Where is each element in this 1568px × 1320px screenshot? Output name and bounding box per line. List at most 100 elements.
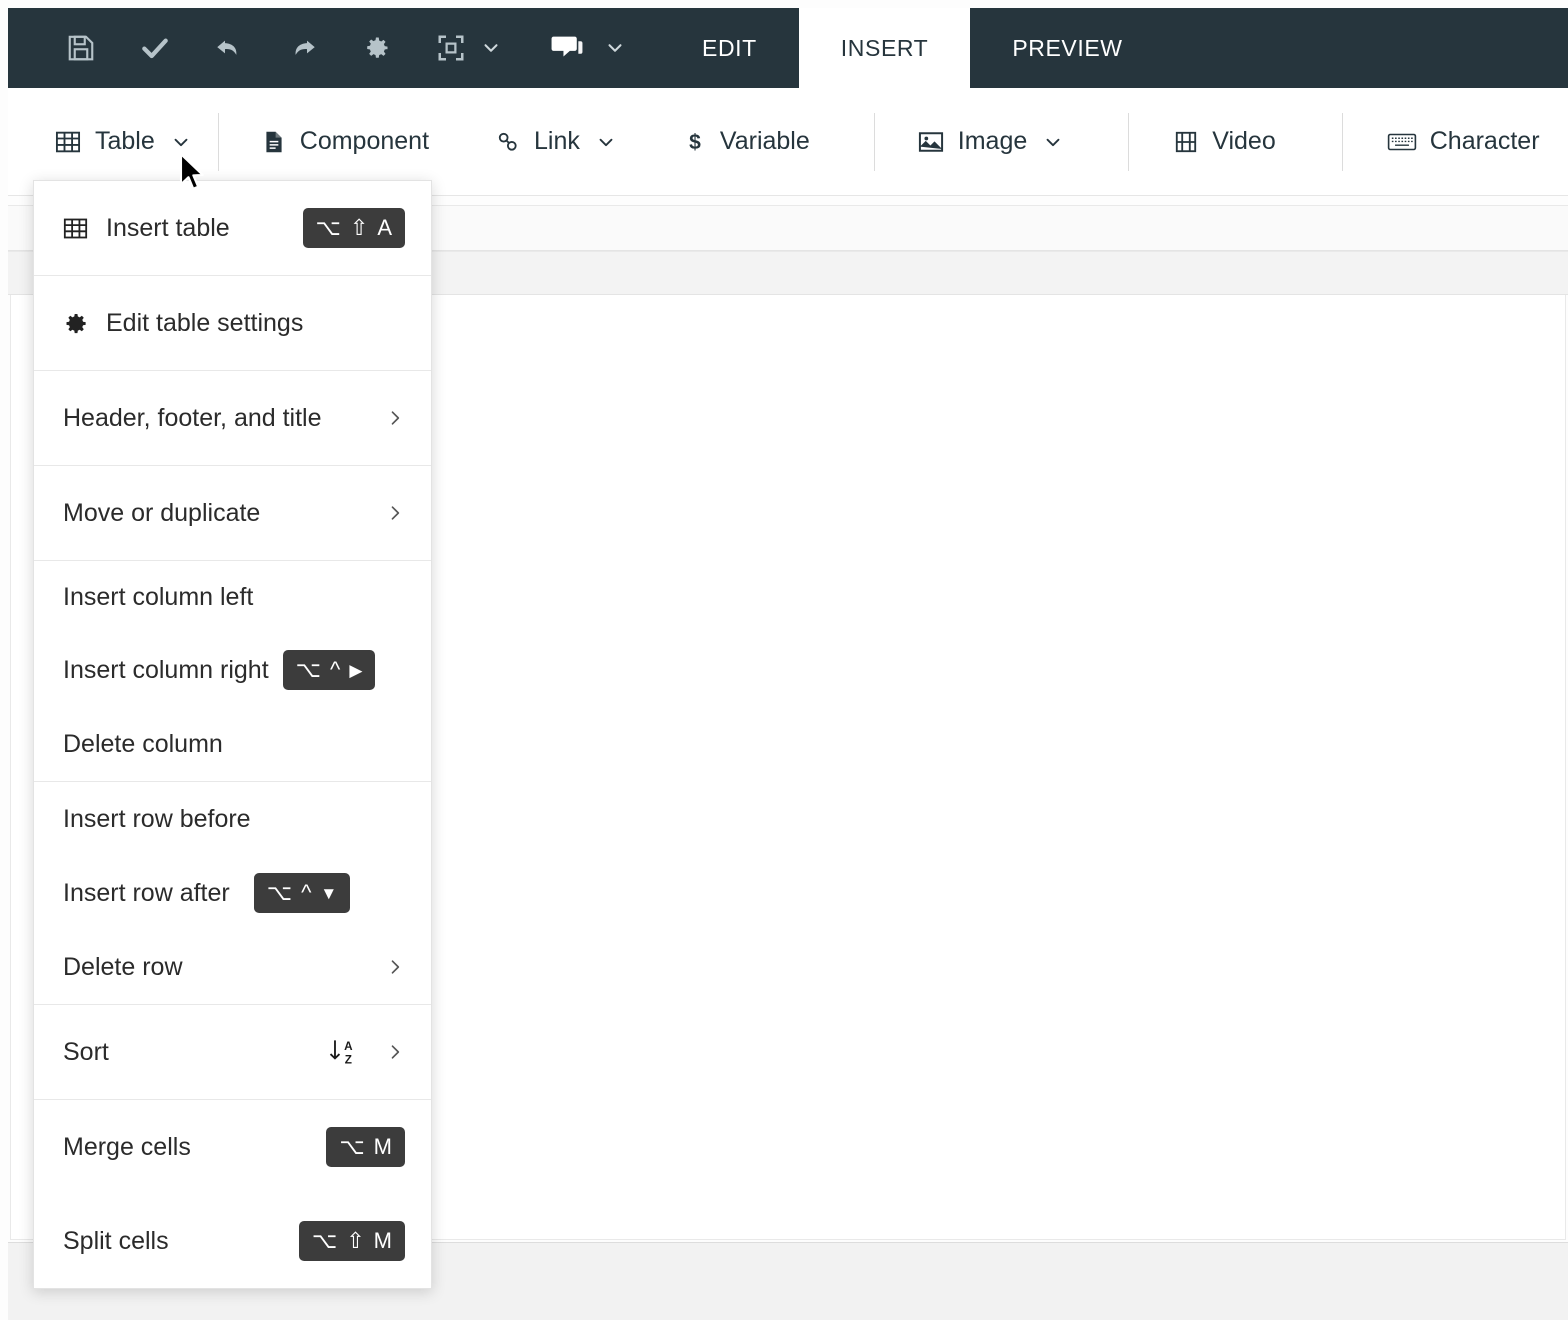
shortcut-split-cells: ⌥ ⇧ M bbox=[298, 1221, 405, 1261]
toolbar-item-image[interactable]: Image bbox=[875, 88, 1090, 196]
menu-item-edit-table-settings[interactable]: Edit table settings bbox=[34, 276, 431, 370]
top-toolbar: EDIT INSERT PREVIEW bbox=[8, 8, 1568, 88]
key-m: M bbox=[373, 1134, 392, 1159]
redo-icon[interactable] bbox=[266, 8, 340, 88]
menu-item-delete-column[interactable]: Delete column bbox=[34, 707, 431, 781]
comment-icon[interactable] bbox=[530, 8, 604, 88]
undo-icon[interactable] bbox=[192, 8, 266, 88]
menu-group-rows: Insert row before Insert row after ⌥ ^ ▼… bbox=[34, 781, 431, 1004]
tab-edit[interactable]: EDIT bbox=[660, 8, 799, 88]
gear-icon bbox=[62, 310, 106, 337]
menu-item-merge-cells[interactable]: Merge cells ⌥ M bbox=[34, 1100, 431, 1194]
shortcut-insert-column-right: ⌥ ^ ▶ bbox=[282, 650, 376, 690]
dollar-icon: $ bbox=[683, 128, 707, 156]
menu-label-split-cells: Split cells bbox=[63, 1226, 169, 1255]
key-shift: ⇧ bbox=[349, 215, 369, 240]
svg-text:Z: Z bbox=[345, 1054, 352, 1067]
toolbar-label-image: Image bbox=[957, 127, 1028, 155]
chevron-right-icon bbox=[385, 408, 405, 428]
menu-group-insert: Insert table ⌥ ⇧ A bbox=[34, 181, 431, 275]
toolbar-item-character[interactable]: Character bbox=[1343, 88, 1566, 196]
key-arrow-right: ▶ bbox=[349, 660, 363, 680]
app-root: EDIT INSERT PREVIEW Table Component Link… bbox=[0, 0, 1568, 1320]
menu-label-header-footer-title: Header, footer, and title bbox=[63, 403, 322, 432]
save-icon[interactable] bbox=[44, 8, 118, 88]
sort-az-icon: A Z bbox=[327, 1036, 357, 1068]
top-toolbar-icon-group bbox=[8, 8, 632, 88]
menu-group-sort: Sort A Z bbox=[34, 1004, 431, 1099]
menu-group-settings: Edit table settings bbox=[34, 275, 431, 370]
mode-tabs: EDIT INSERT PREVIEW bbox=[660, 8, 1165, 88]
menu-item-insert-row-before[interactable]: Insert row before bbox=[34, 782, 431, 856]
comments-menu[interactable] bbox=[530, 8, 632, 88]
key-shift: ⇧ bbox=[346, 1228, 365, 1253]
menu-label-edit-table-settings: Edit table settings bbox=[106, 308, 304, 337]
chevron-down-icon[interactable] bbox=[1042, 131, 1064, 153]
menu-label-insert-column-right: Insert column right bbox=[63, 655, 269, 684]
menu-item-insert-column-right[interactable]: Insert column right ⌥ ^ ▶ bbox=[34, 633, 431, 707]
menu-label-move-or-duplicate: Move or duplicate bbox=[63, 498, 261, 527]
menu-group-move-duplicate: Move or duplicate bbox=[34, 465, 431, 560]
menu-group-columns: Insert column left Insert column right ⌥… bbox=[34, 560, 431, 781]
menu-label-merge-cells: Merge cells bbox=[63, 1132, 191, 1161]
gear-icon[interactable] bbox=[340, 8, 414, 88]
key-m: M bbox=[373, 1228, 392, 1253]
menu-item-insert-column-left[interactable]: Insert column left bbox=[34, 561, 431, 633]
tab-insert[interactable]: INSERT bbox=[798, 8, 971, 88]
chevron-down-icon[interactable] bbox=[595, 131, 617, 153]
key-option: ⌥ bbox=[266, 880, 293, 905]
menu-item-insert-row-after[interactable]: Insert row after ⌥ ^ ▼ bbox=[34, 856, 431, 930]
toolbar-label-variable: Variable bbox=[719, 127, 810, 155]
menu-item-delete-row[interactable]: Delete row bbox=[34, 930, 431, 1004]
film-icon bbox=[1173, 129, 1199, 155]
key-option: ⌥ bbox=[315, 215, 341, 240]
chevron-right-icon bbox=[385, 1042, 405, 1062]
svg-text:A: A bbox=[344, 1040, 353, 1053]
chevron-right-icon bbox=[385, 503, 405, 523]
toolbar-item-link[interactable]: Link bbox=[455, 88, 643, 196]
key-option: ⌥ bbox=[295, 657, 321, 682]
menu-item-header-footer-title[interactable]: Header, footer, and title bbox=[34, 371, 431, 465]
link-icon bbox=[495, 129, 521, 155]
menu-label-insert-column-left: Insert column left bbox=[63, 582, 254, 611]
toolbar-label-link: Link bbox=[534, 127, 580, 155]
key-control: ^ bbox=[330, 657, 341, 682]
toolbar-label-character: Character bbox=[1429, 127, 1540, 155]
fullscreen-menu[interactable] bbox=[414, 8, 508, 88]
check-icon[interactable] bbox=[118, 8, 192, 88]
key-arrow-down: ▼ bbox=[320, 883, 338, 903]
menu-label-insert-row-before: Insert row before bbox=[63, 804, 251, 833]
svg-text:$: $ bbox=[689, 131, 701, 154]
menu-label-delete-row: Delete row bbox=[63, 952, 183, 981]
shortcut-insert-table: ⌥ ⇧ A bbox=[302, 208, 405, 248]
menu-group-header-footer: Header, footer, and title bbox=[34, 370, 431, 465]
menu-item-insert-table[interactable]: Insert table ⌥ ⇧ A bbox=[34, 181, 431, 275]
toolbar-item-variable[interactable]: $ Variable bbox=[643, 88, 836, 196]
toolbar-label-component: Component bbox=[299, 127, 430, 155]
menu-label-insert-table: Insert table bbox=[106, 213, 230, 242]
document-icon bbox=[261, 129, 287, 155]
shortcut-insert-row-after: ⌥ ^ ▼ bbox=[253, 873, 351, 913]
table-icon bbox=[62, 215, 106, 242]
menu-item-split-cells[interactable]: Split cells ⌥ ⇧ M bbox=[34, 1194, 431, 1288]
table-icon bbox=[54, 128, 82, 156]
tab-preview[interactable]: PREVIEW bbox=[970, 8, 1164, 88]
chevron-right-icon bbox=[385, 957, 405, 977]
key-control: ^ bbox=[301, 880, 312, 905]
shortcut-merge-cells: ⌥ M bbox=[326, 1127, 405, 1167]
menu-label-insert-row-after: Insert row after bbox=[63, 878, 230, 907]
key-option: ⌥ bbox=[339, 1134, 365, 1159]
key-a: A bbox=[377, 215, 392, 240]
table-dropdown-menu: Insert table ⌥ ⇧ A Edit table settings H… bbox=[33, 180, 432, 1289]
menu-label-delete-column: Delete column bbox=[63, 729, 223, 758]
chevron-down-icon[interactable] bbox=[598, 8, 632, 88]
image-icon bbox=[917, 128, 945, 156]
menu-item-move-or-duplicate[interactable]: Move or duplicate bbox=[34, 466, 431, 560]
chevron-down-icon[interactable] bbox=[170, 131, 192, 153]
toolbar-item-video[interactable]: Video bbox=[1129, 88, 1302, 196]
menu-group-cells: Merge cells ⌥ M Split cells ⌥ ⇧ M bbox=[34, 1099, 431, 1288]
menu-item-sort[interactable]: Sort A Z bbox=[34, 1005, 431, 1099]
chevron-down-icon[interactable] bbox=[474, 8, 508, 88]
toolbar-label-video: Video bbox=[1212, 127, 1276, 155]
menu-label-sort: Sort bbox=[63, 1037, 109, 1066]
